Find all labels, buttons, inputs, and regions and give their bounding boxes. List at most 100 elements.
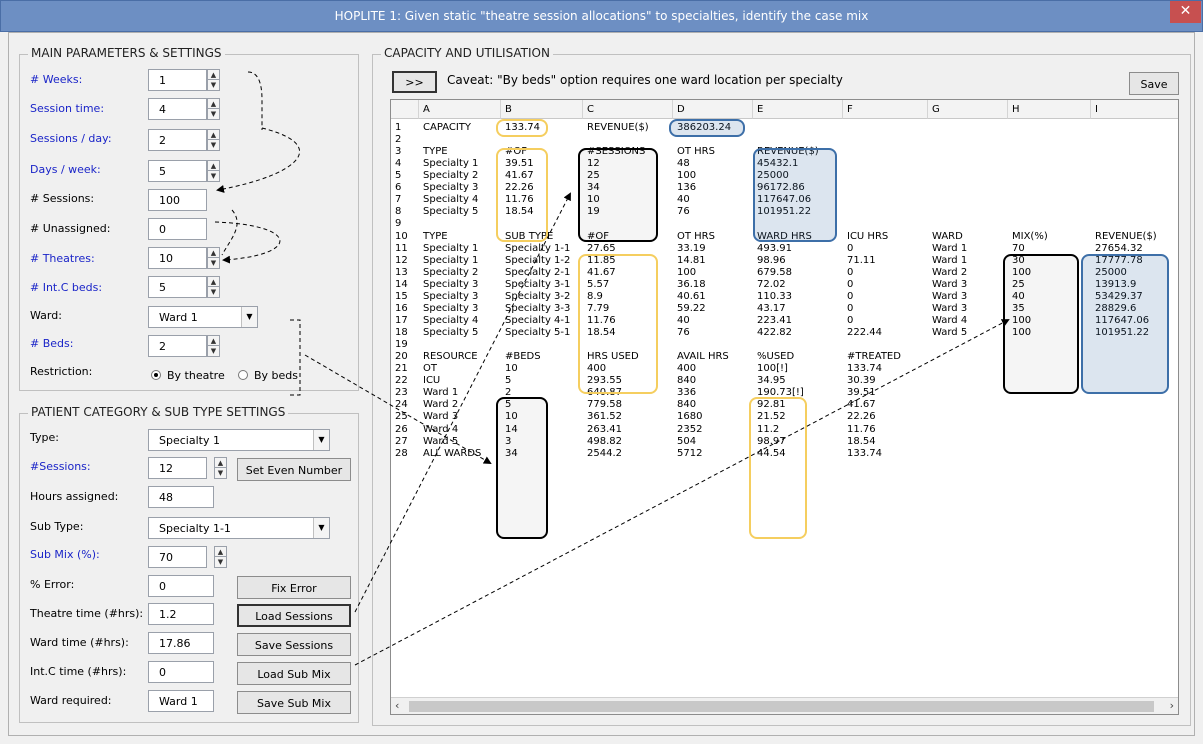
sheet-cell[interactable]: 222.44: [847, 327, 882, 339]
type-select[interactable]: Specialty 1 ▼: [148, 429, 330, 451]
sheet-cell[interactable]: 223.41: [757, 315, 792, 327]
sheet-cell[interactable]: 40.61: [677, 291, 706, 303]
sheet-cell[interactable]: #BEDS: [505, 351, 541, 363]
beds-input[interactable]: 2: [148, 335, 207, 357]
sheet-cell[interactable]: OT HRS: [677, 146, 715, 158]
column-header[interactable]: C: [583, 100, 673, 119]
sheet-cell[interactable]: Ward 5: [932, 327, 967, 339]
save-sub-mix-button[interactable]: Save Sub Mix: [237, 691, 351, 714]
sheet-cell[interactable]: Ward 3: [423, 411, 458, 423]
fix-error-button[interactable]: Fix Error: [237, 576, 351, 599]
unassigned-input[interactable]: 0: [148, 218, 207, 240]
sheet-cell[interactable]: Specialty 3: [423, 291, 478, 303]
sheet-cell[interactable]: Specialty 4: [423, 194, 478, 206]
sessions-day-input[interactable]: 2: [148, 129, 207, 151]
sub-type-select[interactable]: Specialty 1-1 ▼: [148, 517, 330, 539]
save-button[interactable]: Save: [1129, 72, 1179, 95]
ward-select[interactable]: Ward 1 ▼: [148, 306, 258, 328]
load-sessions-button[interactable]: Load Sessions: [237, 604, 351, 627]
save-sessions-button[interactable]: Save Sessions: [237, 633, 351, 656]
spin-up-icon[interactable]: ▲: [208, 70, 219, 80]
sheet-cell[interactable]: OT: [423, 363, 437, 375]
sheet-cell[interactable]: 422.82: [757, 327, 792, 339]
sheet-cell[interactable]: Specialty 4-1: [505, 315, 570, 327]
sheet-cell[interactable]: 11.76: [847, 424, 876, 436]
sheet-cell[interactable]: 14.81: [677, 255, 706, 267]
sheet-cell[interactable]: Ward 2: [932, 267, 967, 279]
sheet-cell[interactable]: OT HRS: [677, 231, 715, 243]
spin-down-icon[interactable]: ▼: [208, 80, 219, 90]
sheet-cell[interactable]: 5712: [677, 448, 702, 460]
column-header[interactable]: G: [928, 100, 1008, 119]
session-time-input[interactable]: 4: [148, 98, 207, 120]
sheet-cell[interactable]: 98.96: [757, 255, 786, 267]
sheet-cell[interactable]: 133.74: [847, 448, 882, 460]
sheet-cell[interactable]: Specialty 3-3: [505, 303, 570, 315]
spin-down-icon[interactable]: ▼: [215, 557, 226, 567]
sheet-cell[interactable]: Ward 1: [932, 243, 967, 255]
sheet-cell[interactable]: Specialty 3: [423, 303, 478, 315]
set-even-number-button[interactable]: Set Even Number: [237, 458, 351, 481]
sheet-cell[interactable]: Specialty 1: [423, 255, 478, 267]
sheet-cell[interactable]: 5: [505, 375, 511, 387]
sheet-cell[interactable]: 0: [847, 315, 853, 327]
sheet-cell[interactable]: 0: [847, 303, 853, 315]
sheet-cell[interactable]: %USED: [757, 351, 794, 363]
sheet-cell[interactable]: 779.58: [587, 399, 622, 411]
sheet-cell[interactable]: CAPACITY: [423, 122, 471, 134]
sheet-cell[interactable]: ICU HRS: [847, 231, 888, 243]
chevron-down-icon[interactable]: ▼: [313, 518, 329, 538]
sheet-cell[interactable]: 336: [677, 387, 696, 399]
sheet-cell[interactable]: Ward 3: [932, 303, 967, 315]
sheet-cell[interactable]: Specialty 1: [423, 243, 478, 255]
sessions-input[interactable]: 100: [148, 189, 207, 211]
sheet-cell[interactable]: 504: [677, 436, 696, 448]
ward-time-input[interactable]: 17.86: [148, 632, 214, 654]
hours-assigned-input[interactable]: 48: [148, 486, 214, 508]
horizontal-scrollbar[interactable]: ‹ ›: [391, 697, 1178, 714]
sheet-cell[interactable]: 59.22: [677, 303, 706, 315]
scroll-right-icon[interactable]: ›: [1170, 699, 1174, 712]
sheet-cell[interactable]: Specialty 1-2: [505, 255, 570, 267]
sheet-cell[interactable]: Ward 3: [932, 291, 967, 303]
column-header[interactable]: F: [843, 100, 928, 119]
sheet-cell[interactable]: WARD: [932, 231, 963, 243]
theatre-time-input[interactable]: 1.2: [148, 603, 214, 625]
sheet-cell[interactable]: Specialty 3: [423, 182, 478, 194]
sheet-cell[interactable]: 71.11: [847, 255, 876, 267]
sheet-cell[interactable]: 1680: [677, 411, 702, 423]
sheet-cell[interactable]: REVENUE($): [587, 122, 649, 134]
sheet-cell[interactable]: 34.95: [757, 375, 786, 387]
by-beds-radio[interactable]: By beds: [238, 369, 298, 382]
sheet-cell[interactable]: Ward 1: [423, 387, 458, 399]
spin-up-icon[interactable]: ▲: [208, 130, 219, 140]
sheet-cell[interactable]: Specialty 5: [423, 206, 478, 218]
sheet-cell[interactable]: 0: [847, 291, 853, 303]
theatres-spinner[interactable]: ▲ ▼: [207, 247, 220, 269]
days-week-spinner[interactable]: ▲ ▼: [207, 160, 220, 182]
sheet-cell[interactable]: Ward 1: [932, 255, 967, 267]
sheet-cell[interactable]: TYPE: [423, 231, 448, 243]
sheet-cell[interactable]: 400: [677, 363, 696, 375]
sheet-cell[interactable]: Ward 2: [423, 399, 458, 411]
spin-down-icon[interactable]: ▼: [215, 468, 226, 478]
scroll-left-icon[interactable]: ‹: [395, 699, 399, 712]
scroll-thumb[interactable]: [409, 701, 1154, 712]
sessions-day-spinner[interactable]: ▲ ▼: [207, 129, 220, 151]
column-header[interactable]: H: [1008, 100, 1091, 119]
load-sub-mix-button[interactable]: Load Sub Mix: [237, 662, 351, 685]
sheet-cell[interactable]: Ward 5: [423, 436, 458, 448]
column-header[interactable]: E: [753, 100, 843, 119]
spin-down-icon[interactable]: ▼: [208, 171, 219, 181]
sub-mix-input[interactable]: 70: [148, 546, 207, 568]
sub-mix-spinner[interactable]: ▲ ▼: [214, 546, 227, 568]
sheet-cell[interactable]: 43.17: [757, 303, 786, 315]
sheet-cell[interactable]: Specialty 4: [423, 315, 478, 327]
sheet-cell[interactable]: 41.67: [847, 399, 876, 411]
spreadsheet[interactable]: ABCDEFGHI 1 CAPACITY 133.74 REVENUE($) 38620…: [390, 99, 1179, 715]
intc-time-input[interactable]: 0: [148, 661, 214, 683]
sheet-cell[interactable]: 110.33: [757, 291, 792, 303]
sheet-cell[interactable]: Specialty 3: [423, 279, 478, 291]
sheet-cell[interactable]: 72.02: [757, 279, 786, 291]
patient-sessions-input[interactable]: 12: [148, 457, 207, 479]
